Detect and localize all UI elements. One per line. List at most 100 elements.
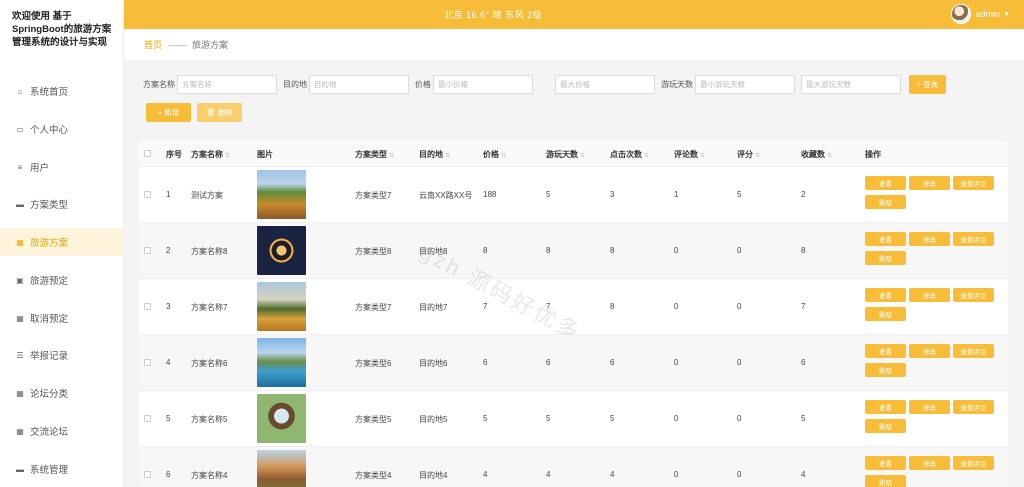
user-menu[interactable]: admin ▼ <box>950 4 1010 24</box>
sidebar-item-label: 举报记录 <box>30 351 69 362</box>
column-header[interactable]: 评论数 ⇅ <box>674 149 705 160</box>
sort-icon[interactable]: ⇅ <box>755 153 760 159</box>
cell-favs: 7 <box>801 302 806 311</box>
view-comments-button[interactable]: 查看评论 <box>953 232 994 246</box>
sort-icon[interactable]: ⇅ <box>225 153 230 159</box>
cell-name: 方案名称5 <box>191 415 228 424</box>
sidebar-item-label: 取消预定 <box>30 314 69 325</box>
edit-button[interactable]: 修改 <box>909 288 950 302</box>
sort-icon[interactable]: ⇅ <box>501 153 506 159</box>
price-max-input[interactable]: 最大价格 <box>555 74 655 94</box>
edit-button[interactable]: 修改 <box>909 232 950 246</box>
cell-days: 5 <box>546 414 551 423</box>
sidebar-item[interactable]: ▦ 取消预定 <box>0 304 124 332</box>
table-row[interactable]: 5 方案名称5 方案类型5 目的地5 5 5 5 0 0 5 查看 修改 查看评论 删除 <box>139 391 1008 447</box>
column-header[interactable]: 方案名称 ⇅ <box>191 149 230 160</box>
delete-row-button[interactable]: 删除 <box>865 195 906 209</box>
row-checkbox[interactable] <box>144 415 151 422</box>
column-header[interactable]: 方案类型 ⇅ <box>355 149 394 160</box>
dest-input[interactable]: 目的地 <box>309 74 409 94</box>
column-header-label: 游玩天数 <box>546 150 578 159</box>
column-header-label: 方案名称 <box>191 150 223 159</box>
sidebar-item[interactable]: ▬ 系统管理 <box>0 455 124 483</box>
name-input[interactable]: 方案名称 <box>177 74 277 94</box>
price-min-input[interactable]: 最小价格 <box>433 74 533 94</box>
table-row[interactable]: 1 测试方案 方案类型7 云南XX路XX号 188 5 3 1 5 2 查看 修改 查看评论 删除 <box>139 167 1008 223</box>
view-comments-button[interactable]: 查看评论 <box>953 400 994 414</box>
sidebar-item[interactable]: ≡ 用户 <box>0 153 124 181</box>
column-header-label: 方案类型 <box>355 150 387 159</box>
sort-icon[interactable]: ⇅ <box>445 153 450 159</box>
table-row[interactable]: 2 方案名称8 方案类型8 目的地8 8 8 8 0 0 8 查看 修改 查看评论 删除 <box>139 223 1008 279</box>
breadcrumb-home[interactable]: 首页 <box>144 38 162 51</box>
column-header[interactable]: 点击次数 ⇅ <box>610 149 649 160</box>
row-checkbox[interactable] <box>144 303 151 310</box>
column-header[interactable]: 游玩天数 ⇅ <box>546 149 585 160</box>
sidebar-item[interactable]: ▣ 旅游预定 <box>0 266 124 294</box>
column-header[interactable]: 价格 ⇅ <box>483 149 506 160</box>
cell-price: 188 <box>483 190 497 199</box>
sidebar-item[interactable]: ▦ 交流论坛 <box>0 417 124 445</box>
app-title: 欢迎使用 基于SpringBoot的旅游方案管理系统的设计与实现 <box>12 11 112 48</box>
sort-icon[interactable]: ⇅ <box>389 153 394 159</box>
sort-icon[interactable]: ⇅ <box>700 153 705 159</box>
days-max-input[interactable]: 最大游玩天数 <box>801 74 901 94</box>
dest-label: 目的地 <box>283 79 307 89</box>
edit-button[interactable]: 修改 <box>909 176 950 190</box>
sidebar-item[interactable]: ▦ 旅游方案 <box>0 228 124 256</box>
delete-row-button[interactable]: 删除 <box>865 475 906 487</box>
edit-button[interactable]: 修改 <box>909 456 950 470</box>
cell-clicks: 6 <box>610 358 615 367</box>
row-checkbox[interactable] <box>144 191 151 198</box>
view-button[interactable]: 查看 <box>865 176 906 190</box>
chevron-down-icon[interactable]: ▼ <box>1003 11 1010 18</box>
cell-no: 5 <box>166 414 171 423</box>
edit-button[interactable]: 修改 <box>909 400 950 414</box>
delete-row-button[interactable]: 删除 <box>865 363 906 377</box>
view-button[interactable]: 查看 <box>865 232 906 246</box>
edit-button[interactable]: 修改 <box>909 344 950 358</box>
view-comments-button[interactable]: 查看评论 <box>953 176 994 190</box>
view-comments-button[interactable]: 查看评论 <box>953 288 994 302</box>
add-button[interactable]: + 新增 <box>146 103 191 122</box>
row-checkbox[interactable] <box>144 359 151 366</box>
delete-row-button[interactable]: 删除 <box>865 307 906 321</box>
view-comments-button[interactable]: 查看评论 <box>953 344 994 358</box>
column-header[interactable]: 目的地 ⇅ <box>419 149 450 160</box>
sidebar-item-label: 系统管理 <box>30 465 69 476</box>
column-header-label: 点击次数 <box>610 150 642 159</box>
column-header[interactable]: 收藏数 ⇅ <box>801 149 832 160</box>
view-button[interactable]: 查看 <box>865 344 906 358</box>
cell-days: 6 <box>546 358 551 367</box>
sort-icon[interactable]: ⇅ <box>644 153 649 159</box>
sidebar-item-label: 系统首页 <box>30 87 69 98</box>
row-checkbox[interactable] <box>144 471 151 478</box>
days-min-input[interactable]: 最小游玩天数 <box>695 74 795 94</box>
column-header[interactable]: 评分 ⇅ <box>737 149 760 160</box>
delete-button[interactable]: 🗑 删除 <box>197 103 242 122</box>
sidebar-item[interactable]: ⌂ 系统首页 <box>0 77 124 105</box>
user-name[interactable]: admin <box>976 9 1001 19</box>
sort-icon[interactable]: ⇅ <box>827 153 832 159</box>
column-header-label: 价格 <box>483 150 499 159</box>
cell-clicks: 4 <box>610 470 615 479</box>
sidebar-item[interactable]: ▭ 个人中心 <box>0 115 124 143</box>
sidebar-item[interactable]: ☰ 举报记录 <box>0 341 124 369</box>
plan-image <box>257 338 306 387</box>
sidebar-item[interactable]: ▬ 方案类型 <box>0 190 124 218</box>
avatar[interactable] <box>950 4 971 24</box>
view-button[interactable]: 查看 <box>865 456 906 470</box>
table-row[interactable]: 6 方案名称4 方案类型4 目的地4 4 4 4 0 0 4 查看 修改 查看评论 删除 <box>139 447 1008 487</box>
query-button[interactable]: ⌕ 查询 <box>909 74 946 94</box>
view-button[interactable]: 查看 <box>865 400 906 414</box>
view-button[interactable]: 查看 <box>865 288 906 302</box>
sort-icon[interactable]: ⇅ <box>580 153 585 159</box>
select-all-checkbox[interactable] <box>144 150 151 157</box>
row-checkbox[interactable] <box>144 247 151 254</box>
cell-comments: 0 <box>674 246 679 255</box>
delete-row-button[interactable]: 删除 <box>865 419 906 433</box>
delete-row-button[interactable]: 删除 <box>865 251 906 265</box>
sidebar-item[interactable]: ▦ 论坛分类 <box>0 379 124 407</box>
view-comments-button[interactable]: 查看评论 <box>953 456 994 470</box>
sidebar-item-label: 用户 <box>30 163 50 174</box>
